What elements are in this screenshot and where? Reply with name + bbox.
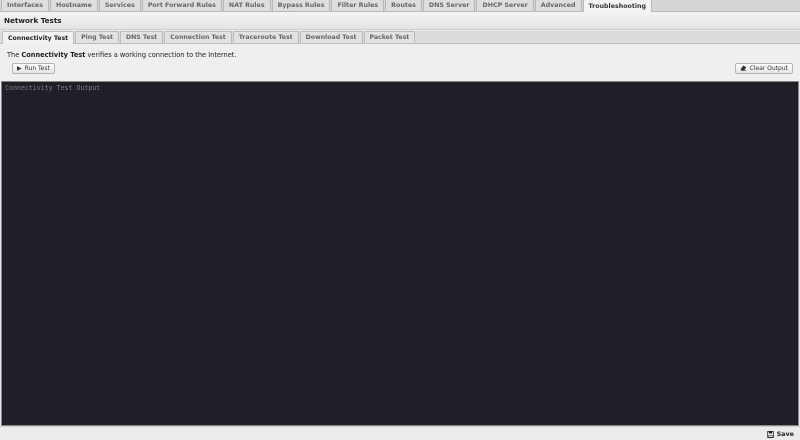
tab-dns-server[interactable]: DNS Server <box>422 0 476 11</box>
play-icon: ▶ <box>17 64 22 72</box>
tab-hostname[interactable]: Hostname <box>49 0 98 11</box>
test-output-console[interactable]: Connectivity Test Output <box>1 81 799 426</box>
floppy-disk-icon <box>766 430 774 438</box>
test-panel: The Connectivity Test verifies a working… <box>0 44 800 81</box>
save-label: Save <box>776 430 794 438</box>
section-header: Network Tests <box>0 12 800 30</box>
section-title: Network Tests <box>4 16 62 25</box>
subtab-download-test[interactable]: Download Test <box>299 31 363 43</box>
sub-tab-bar: Connectivity Test Ping Test DNS Test Con… <box>0 31 800 44</box>
desc-suffix: verifies a working connection to the Int… <box>85 51 237 59</box>
tab-filter-rules[interactable]: Filter Rules <box>331 0 385 11</box>
desc-test-name: Connectivity Test <box>21 51 86 59</box>
subtab-packet-test[interactable]: Packet Test <box>363 31 416 43</box>
subtab-connectivity-test[interactable]: Connectivity Test <box>2 31 75 44</box>
save-button[interactable]: Save <box>766 429 794 439</box>
subtab-traceroute-test[interactable]: Traceroute Test <box>232 31 299 43</box>
eraser-icon <box>740 64 747 73</box>
tab-advanced[interactable]: Advanced <box>534 0 582 11</box>
footer-bar: Save <box>0 426 800 440</box>
tab-bypass-rules[interactable]: Bypass Rules <box>271 0 331 11</box>
tab-nat-rules[interactable]: NAT Rules <box>222 0 271 11</box>
console-placeholder: Connectivity Test Output <box>5 84 101 92</box>
clear-output-button[interactable]: Clear Output <box>734 63 793 74</box>
desc-prefix: The <box>7 51 22 59</box>
subtab-ping-test[interactable]: Ping Test <box>75 31 119 43</box>
tab-services[interactable]: Services <box>98 0 141 11</box>
tab-dhcp-server[interactable]: DHCP Server <box>476 0 534 11</box>
tab-troubleshooting[interactable]: Troubleshooting <box>582 0 653 12</box>
tab-routes[interactable]: Routes <box>385 0 422 11</box>
clear-output-label: Clear Output <box>749 65 788 72</box>
run-test-label: Run Test <box>24 65 50 72</box>
page: Interfaces Hostname Services Port Forwar… <box>0 0 800 440</box>
subtab-dns-test[interactable]: DNS Test <box>119 31 164 43</box>
run-test-button[interactable]: ▶ Run Test <box>12 63 55 74</box>
subtab-connection-test[interactable]: Connection Test <box>164 31 232 43</box>
tab-port-forward-rules[interactable]: Port Forward Rules <box>141 0 222 11</box>
tab-interfaces[interactable]: Interfaces <box>1 0 49 11</box>
test-description: The Connectivity Test verifies a working… <box>7 51 236 59</box>
top-tab-bar: Interfaces Hostname Services Port Forwar… <box>0 0 800 12</box>
